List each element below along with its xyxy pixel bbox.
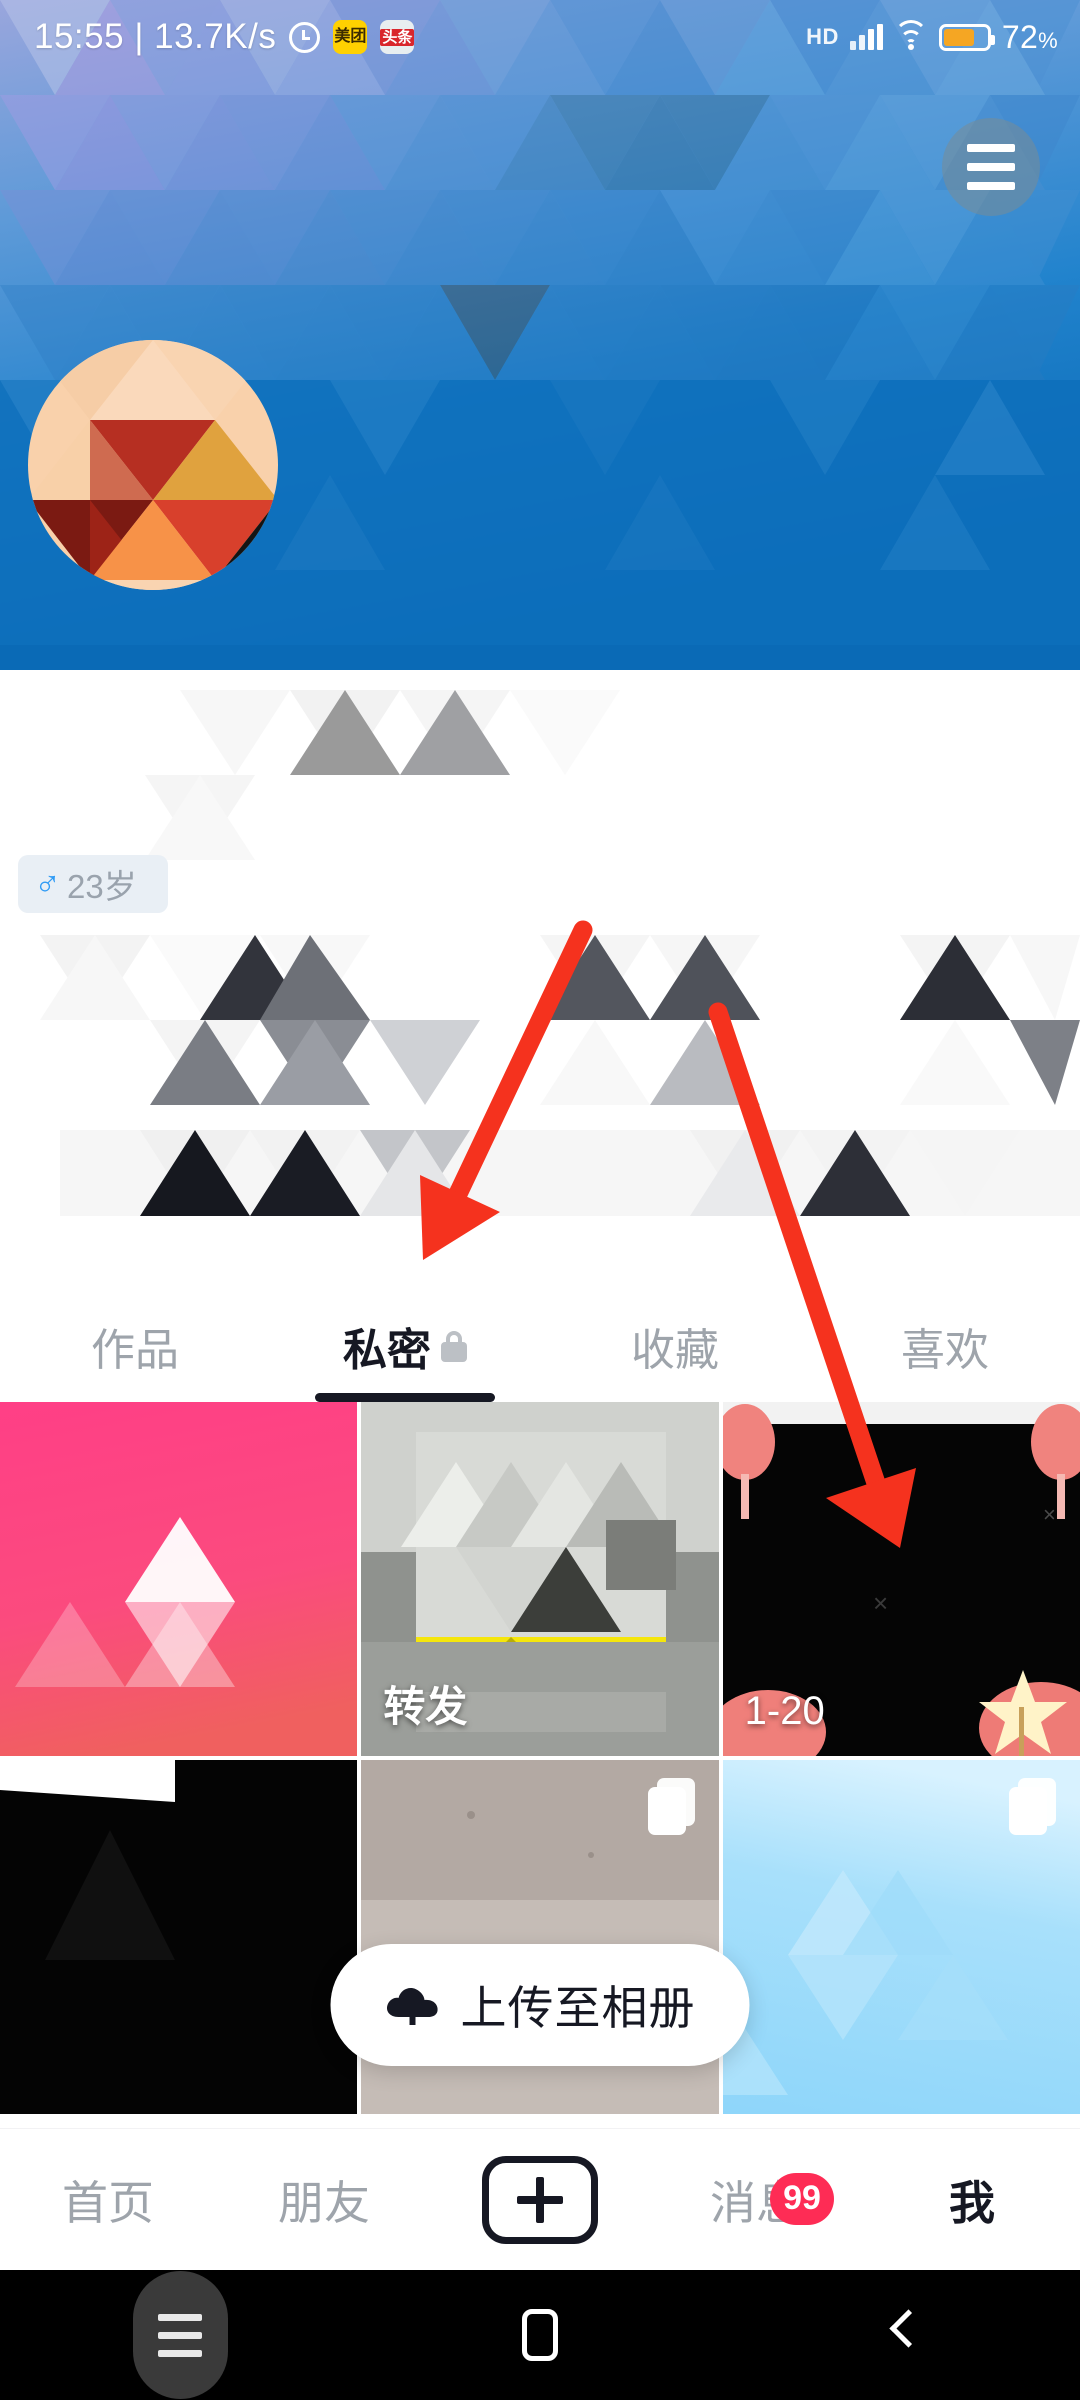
- svg-text:×: ×: [873, 1588, 888, 1618]
- grid-item-1[interactable]: [0, 1402, 358, 1756]
- cellular-signal-icon: [849, 24, 883, 50]
- status-net-speed: 13.7K/s: [154, 17, 277, 56]
- messages-unread-badge: 99: [770, 2172, 834, 2225]
- hd-icon: HD: [806, 24, 839, 49]
- meituan-icon: 美团: [333, 20, 368, 54]
- menu-bar-2: [967, 163, 1015, 171]
- profile-text-redaction-mosaic: [0, 670, 1080, 1290]
- status-bar: 15:55 | 13.7K/s 美团 头条 HD 72%: [0, 0, 1080, 74]
- battery-percent-symbol: %: [1038, 27, 1058, 53]
- meituan-label: 美团: [334, 28, 367, 45]
- tab-works-label: 作品: [91, 1326, 179, 1375]
- grid-item-6[interactable]: [722, 1760, 1080, 2114]
- gender-age-badge[interactable]: ♂ 23岁: [18, 855, 168, 913]
- status-bar-right: HD 72%: [806, 19, 1058, 56]
- tab-private-label: 私密: [343, 1326, 431, 1375]
- profile-tabs: 作品 私密 收藏 喜欢: [0, 1290, 1080, 1402]
- nav-messages[interactable]: 消息 99: [648, 2167, 864, 2233]
- nav-home-label: 首页: [62, 2176, 154, 2229]
- nav-home[interactable]: 首页: [0, 2167, 216, 2233]
- grid-item-4-thumb: [0, 1760, 358, 2114]
- upload-to-album-label: 上传至相册: [460, 1982, 696, 2034]
- alarm-clock-icon: [289, 21, 321, 53]
- nav-create-button[interactable]: [432, 2155, 648, 2244]
- tab-private[interactable]: 私密: [270, 1290, 540, 1402]
- cloud-upload-icon: [386, 1988, 438, 2025]
- system-recents-button[interactable]: [0, 2271, 360, 2399]
- menu-bar-3: [967, 182, 1015, 190]
- bottom-navigation-bar: 首页 朋友 消息 99 我: [0, 2128, 1080, 2270]
- status-time: 15:55: [34, 17, 125, 56]
- battery-percent-value: 72: [1001, 18, 1039, 55]
- toutiao-icon: 头条: [380, 20, 415, 54]
- multi-photo-stack-icon: [1009, 1778, 1056, 1835]
- avatar-mosaic: [28, 340, 278, 590]
- toutiao-label: 头条: [380, 28, 415, 46]
- wifi-icon: [893, 20, 928, 50]
- nav-me-label: 我: [949, 2176, 995, 2229]
- lock-icon: [441, 1330, 467, 1362]
- status-separator: |: [134, 17, 144, 56]
- nav-friends[interactable]: 朋友: [216, 2167, 432, 2233]
- battery-percent-label: 72%: [1002, 19, 1058, 56]
- grid-item-3-label: 1-20: [744, 1689, 825, 1733]
- home-icon: [522, 2309, 558, 2361]
- plus-icon: [482, 2155, 598, 2244]
- active-tab-indicator: [315, 1393, 495, 1402]
- tab-works[interactable]: 作品: [0, 1290, 270, 1402]
- tab-favorites[interactable]: 收藏: [540, 1290, 810, 1402]
- status-bar-left: 15:55 | 13.7K/s 美团 头条: [34, 17, 415, 57]
- nav-me[interactable]: 我: [864, 2167, 1080, 2233]
- stats-redacted: [40, 935, 1080, 1105]
- male-gender-icon: ♂: [34, 863, 61, 904]
- tab-likes[interactable]: 喜欢: [810, 1290, 1080, 1402]
- tab-likes-label: 喜欢: [901, 1326, 989, 1375]
- svg-text:×: ×: [1043, 1502, 1056, 1527]
- upload-to-album-button[interactable]: 上传至相册: [330, 1944, 750, 2066]
- profile-avatar[interactable]: [28, 340, 278, 590]
- grid-item-2-label: 转发: [383, 1683, 468, 1730]
- grid-item-1-thumb: [0, 1402, 358, 1756]
- back-icon: [887, 2313, 913, 2357]
- battery-icon: [938, 23, 995, 51]
- grid-item-2[interactable]: 转发: [361, 1402, 719, 1756]
- status-time-and-speed: 15:55 | 13.7K/s: [34, 17, 276, 57]
- bio-redacted: [60, 1130, 1080, 1216]
- hamburger-menu-icon[interactable]: [942, 118, 1040, 216]
- recents-icon: [132, 2271, 228, 2399]
- tab-favorites-label: 收藏: [631, 1326, 719, 1375]
- grid-item-3[interactable]: × × 1-20: [722, 1402, 1080, 1756]
- profile-info-section: [0, 670, 1080, 1360]
- profile-cover-photo[interactable]: [0, 0, 1080, 670]
- grid-item-4[interactable]: [0, 1760, 358, 2114]
- douyin-profile-screen: 15:55 | 13.7K/s 美团 头条 HD 72% ♂ 23岁 作品 私密…: [0, 0, 1080, 2400]
- system-back-button[interactable]: [720, 2313, 1080, 2357]
- system-home-button[interactable]: [360, 2309, 720, 2361]
- age-label: 23岁: [67, 868, 137, 905]
- nav-friends-label: 朋友: [278, 2176, 370, 2229]
- system-navigation-bar: [0, 2270, 1080, 2400]
- menu-bar-1: [967, 144, 1015, 152]
- multi-photo-stack-icon: [647, 1778, 695, 1835]
